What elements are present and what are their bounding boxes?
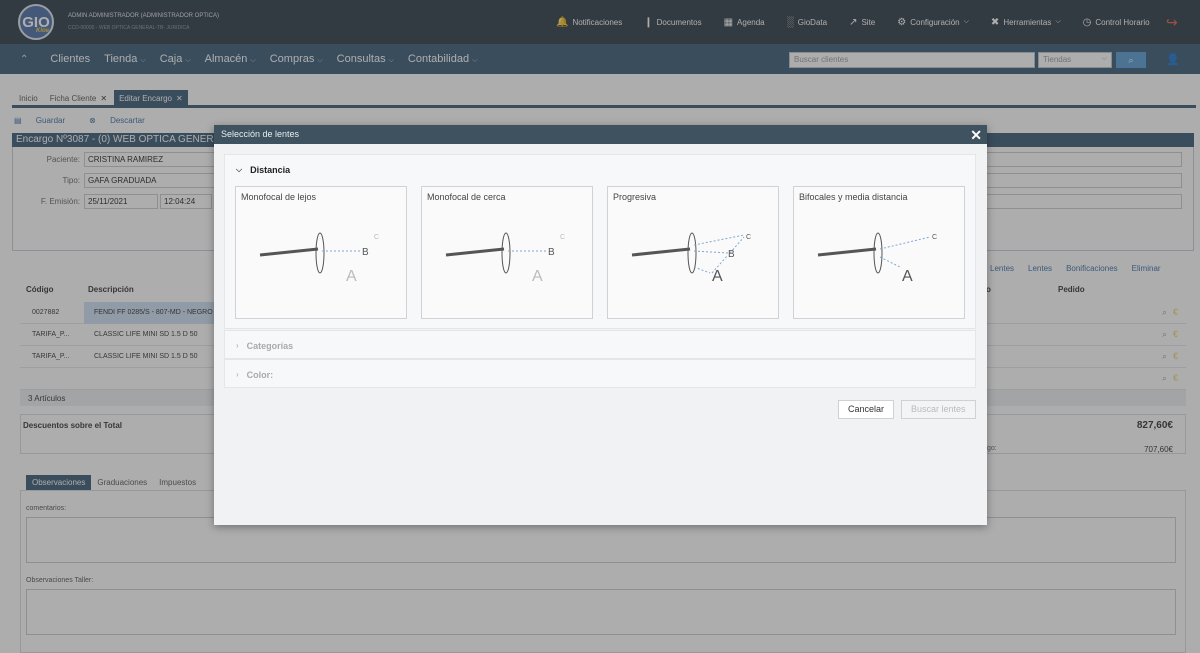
svg-text:A: A — [712, 268, 723, 285]
lens-card-bifocales[interactable]: Bifocales y media distancia A C — [793, 186, 965, 319]
svg-text:B: B — [548, 247, 555, 258]
chevron-right-icon: › — [236, 370, 239, 379]
distancia-section: ⌵ Distancia Monofocal de lejos A B C Mono… — [224, 154, 976, 329]
lens-diagram-progresiva: A B C — [631, 232, 751, 285]
cancel-button[interactable]: Cancelar — [838, 400, 895, 419]
svg-text:B: B — [362, 247, 369, 258]
color-section[interactable]: › Color: — [224, 359, 976, 388]
lens-type-list: Monofocal de lejos A B C Monofocal de ce… — [235, 186, 979, 319]
svg-text:C: C — [560, 234, 565, 241]
lens-diagram-bifocales: A C — [817, 232, 937, 285]
lens-diagram-lejos: A B C — [259, 232, 379, 285]
search-lenses-button[interactable]: Buscar lentes — [901, 400, 976, 419]
svg-text:C: C — [932, 234, 937, 241]
svg-text:A: A — [346, 268, 357, 285]
svg-text:A: A — [902, 268, 913, 285]
lens-diagram-cerca: A B C — [445, 232, 565, 285]
svg-text:C: C — [374, 234, 379, 241]
svg-text:A: A — [532, 268, 543, 285]
close-icon[interactable]: ✕ — [970, 126, 982, 145]
svg-text:B: B — [728, 249, 735, 260]
svg-text:C: C — [746, 234, 751, 241]
chevron-down-icon: ⌵ — [236, 164, 243, 174]
lens-card-monofocal-lejos[interactable]: Monofocal de lejos A B C — [235, 186, 407, 319]
modal-title: Selección de lentes ✕ — [214, 125, 987, 144]
categorias-section[interactable]: › Categorías — [224, 330, 976, 359]
lens-card-progresiva[interactable]: Progresiva A B C — [607, 186, 779, 319]
chevron-right-icon: › — [236, 341, 239, 350]
lens-selection-modal: Selección de lentes ✕ ⌵ Distancia Monofoc… — [214, 125, 987, 525]
lens-card-monofocal-cerca[interactable]: Monofocal de cerca A B C — [421, 186, 593, 319]
distancia-header[interactable]: ⌵ Distancia — [225, 155, 975, 184]
